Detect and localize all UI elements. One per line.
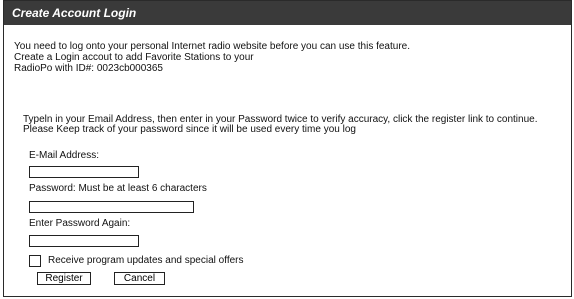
instructions-text: Typeln in your Email Address, then enter… bbox=[23, 115, 538, 135]
intro-line: Create a Login accout to add Favorite St… bbox=[14, 52, 254, 63]
password-again-label: Enter Password Again: bbox=[29, 218, 131, 229]
password-label: Password: Must be at least 6 characters bbox=[29, 183, 207, 194]
email-field[interactable] bbox=[29, 166, 139, 178]
register-button[interactable]: Register bbox=[37, 272, 91, 285]
dialog-title: Create Account Login bbox=[4, 1, 571, 25]
cancel-button[interactable]: Cancel bbox=[114, 272, 165, 285]
intro-text: You need to log onto your personal Inter… bbox=[14, 41, 410, 74]
create-account-dialog: Create Account Login You need to log ont… bbox=[3, 0, 572, 297]
password-again-field[interactable] bbox=[29, 235, 139, 247]
password-field[interactable] bbox=[29, 201, 194, 213]
email-label: E-Mail Address: bbox=[29, 150, 100, 161]
intro-line: You need to log onto your personal Inter… bbox=[14, 41, 411, 52]
offers-checkbox-label: Receive program updates and special offe… bbox=[48, 255, 244, 266]
radio-id-line: RadioPo with ID#: 0023cb000365 bbox=[14, 63, 163, 74]
instructions-line: Please Keep track of your password since… bbox=[23, 124, 356, 135]
offers-checkbox[interactable] bbox=[29, 255, 41, 267]
